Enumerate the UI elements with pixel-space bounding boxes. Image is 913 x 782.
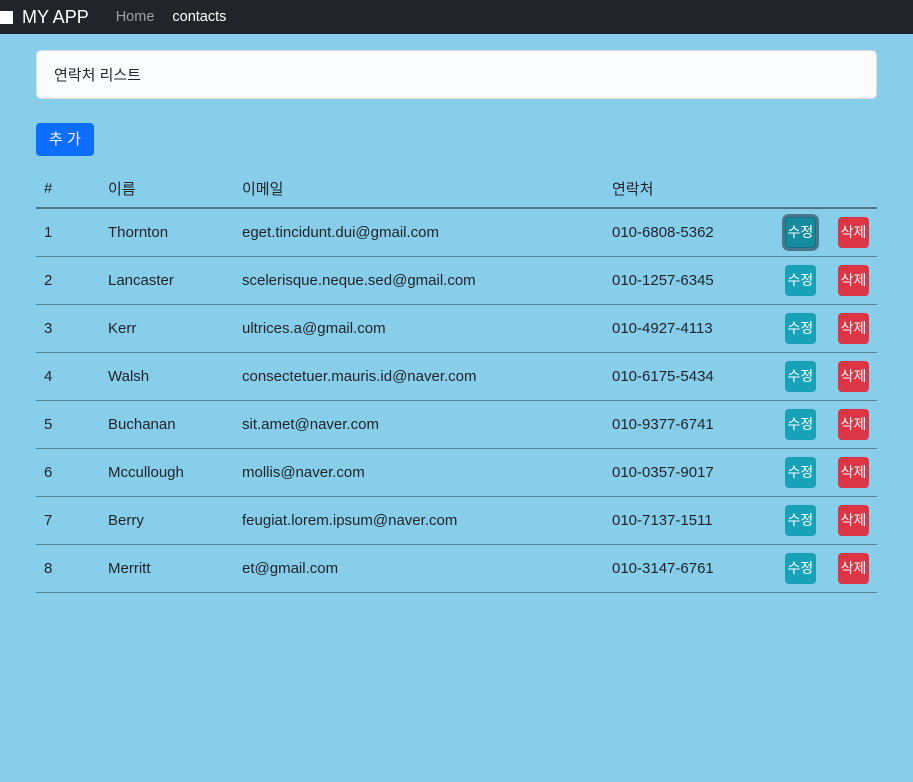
delete-button[interactable]: 삭제 [838, 313, 869, 344]
navbar-brand[interactable]: MY APP [22, 7, 89, 28]
row-phone: 010-7137-1511 [604, 496, 771, 545]
row-index: 5 [36, 400, 100, 449]
row-index: 1 [36, 208, 100, 257]
navbar: MY APP Home contacts [0, 0, 913, 34]
delete-button[interactable]: 삭제 [838, 409, 869, 440]
edit-button[interactable]: 수정 [784, 505, 816, 536]
row-phone: 010-1257-6345 [604, 256, 771, 305]
edit-button[interactable]: 수정 [784, 553, 816, 584]
row-actions: 수정 삭제 [771, 400, 877, 449]
row-actions: 수정 삭제 [771, 304, 877, 353]
row-name: Walsh [100, 352, 234, 401]
row-name: Buchanan [100, 400, 234, 449]
edit-button[interactable]: 수정 [784, 361, 816, 392]
contacts-table-body: 1 Thornton eget.tincidunt.dui@gmail.com … [36, 208, 877, 593]
header-email: 이메일 [234, 170, 604, 209]
edit-button[interactable]: 수정 [784, 313, 816, 344]
header-index: # [36, 170, 100, 209]
table-row: 1 Thornton eget.tincidunt.dui@gmail.com … [36, 208, 877, 257]
header-name: 이름 [100, 170, 234, 209]
row-name: Berry [100, 496, 234, 545]
row-index: 7 [36, 496, 100, 545]
row-email: sit.amet@naver.com [234, 400, 604, 449]
row-phone: 010-6175-5434 [604, 352, 771, 401]
header-actions [771, 170, 877, 209]
add-contact-button[interactable]: 추 가 [36, 123, 94, 156]
row-index: 8 [36, 544, 100, 593]
contacts-table-head: # 이름 이메일 연락처 [36, 170, 877, 209]
row-index: 4 [36, 352, 100, 401]
table-row: 5 Buchanan sit.amet@naver.com 010-9377-6… [36, 400, 877, 449]
row-email: scelerisque.neque.sed@gmail.com [234, 256, 604, 305]
row-email: ultrices.a@gmail.com [234, 304, 604, 353]
row-email: mollis@naver.com [234, 448, 604, 497]
row-phone: 010-6808-5362 [604, 208, 771, 257]
row-actions: 수정 삭제 [771, 256, 877, 305]
row-name: Kerr [100, 304, 234, 353]
page-title: 연락처 리스트 [54, 67, 141, 84]
row-index: 2 [36, 256, 100, 305]
edit-button[interactable]: 수정 [784, 409, 816, 440]
delete-button[interactable]: 삭제 [838, 265, 869, 296]
page-title-card: 연락처 리스트 [36, 50, 877, 99]
table-row: 7 Berry feugiat.lorem.ipsum@naver.com 01… [36, 496, 877, 545]
row-actions: 수정 삭제 [771, 448, 877, 497]
delete-button[interactable]: 삭제 [838, 217, 869, 248]
delete-button[interactable]: 삭제 [838, 553, 869, 584]
delete-button[interactable]: 삭제 [838, 505, 869, 536]
table-row: 8 Merritt et@gmail.com 010-3147-6761 수정 … [36, 544, 877, 593]
nav-item-contacts[interactable]: contacts [163, 5, 235, 29]
row-index: 3 [36, 304, 100, 353]
main-content: 연락처 리스트 추 가 # 이름 이메일 연락처 1 Thornton eget… [0, 50, 913, 593]
row-phone: 010-3147-6761 [604, 544, 771, 593]
table-row: 6 Mccullough mollis@naver.com 010-0357-9… [36, 448, 877, 497]
edit-button[interactable]: 수정 [784, 265, 816, 296]
row-index: 6 [36, 448, 100, 497]
row-actions: 수정 삭제 [771, 208, 877, 257]
row-phone: 010-9377-6741 [604, 400, 771, 449]
row-name: Thornton [100, 208, 234, 257]
row-email: consectetuer.mauris.id@naver.com [234, 352, 604, 401]
row-actions: 수정 삭제 [771, 352, 877, 401]
table-row: 3 Kerr ultrices.a@gmail.com 010-4927-411… [36, 304, 877, 353]
nav-item-home[interactable]: Home [107, 5, 164, 29]
logo-icon [0, 10, 13, 24]
delete-button[interactable]: 삭제 [838, 457, 869, 488]
row-phone: 010-0357-9017 [604, 448, 771, 497]
row-name: Merritt [100, 544, 234, 593]
row-actions: 수정 삭제 [771, 544, 877, 593]
row-email: eget.tincidunt.dui@gmail.com [234, 208, 604, 257]
delete-button[interactable]: 삭제 [838, 361, 869, 392]
edit-button[interactable]: 수정 [784, 457, 816, 488]
table-row: 2 Lancaster scelerisque.neque.sed@gmail.… [36, 256, 877, 305]
table-row: 4 Walsh consectetuer.mauris.id@naver.com… [36, 352, 877, 401]
row-name: Mccullough [100, 448, 234, 497]
header-phone: 연락처 [604, 170, 771, 209]
edit-button[interactable]: 수정 [784, 217, 816, 248]
row-actions: 수정 삭제 [771, 496, 877, 545]
row-name: Lancaster [100, 256, 234, 305]
row-email: feugiat.lorem.ipsum@naver.com [234, 496, 604, 545]
row-email: et@gmail.com [234, 544, 604, 593]
contacts-table: # 이름 이메일 연락처 1 Thornton eget.tincidunt.d… [36, 170, 877, 593]
row-phone: 010-4927-4113 [604, 304, 771, 353]
